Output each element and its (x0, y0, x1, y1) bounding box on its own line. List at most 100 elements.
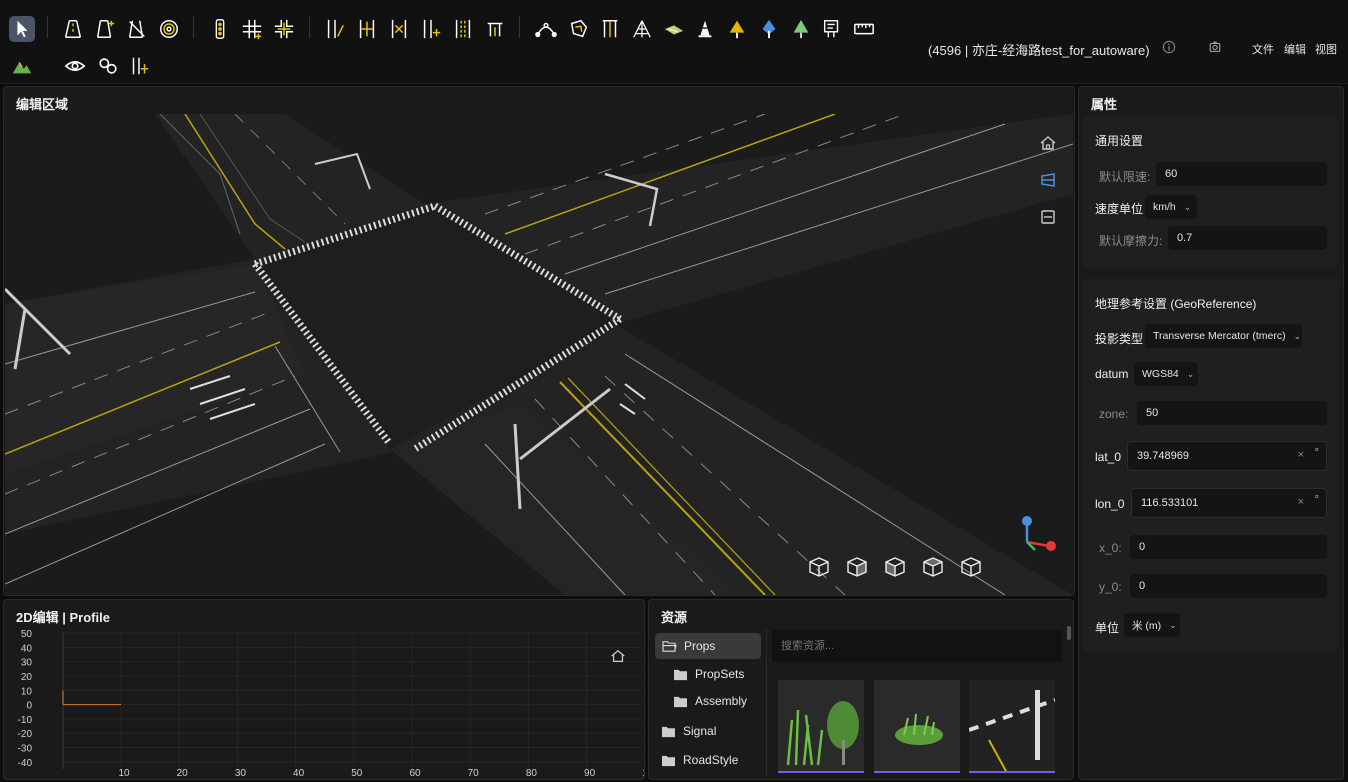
folder-open-icon (662, 640, 677, 652)
properties-panel-title: 属性 (1091, 97, 1118, 112)
y-tick-label: -20 (18, 729, 33, 740)
3d-viewport[interactable] (5, 114, 1073, 595)
grass-patch-icon (874, 680, 960, 771)
assets-panel-title: 资源 (661, 610, 688, 625)
view-cube-side-icon[interactable] (884, 556, 906, 578)
lane-merge-icon[interactable] (386, 16, 412, 42)
lon0-input[interactable]: 116.533101 × ° (1131, 488, 1327, 518)
clear-icon[interactable]: × (1298, 449, 1304, 461)
datum-select[interactable]: WGS84 ⌄ (1134, 362, 1198, 386)
select-cursor-icon[interactable] (9, 16, 35, 42)
board-icon[interactable] (819, 16, 845, 42)
georeference-title: 地理参考设置 (GeoReference) (1095, 297, 1257, 311)
bridge-icon[interactable] (629, 16, 655, 42)
sign-icon[interactable] (724, 16, 750, 42)
axis-gizmo-icon (1022, 516, 1056, 551)
clear-icon[interactable]: × (1298, 496, 1304, 508)
lane-edit-icon[interactable] (322, 16, 348, 42)
tree-item-props[interactable]: Props (655, 633, 761, 659)
terrain-icon[interactable] (9, 53, 35, 79)
link-icon[interactable] (95, 53, 121, 79)
cone-icon[interactable] (692, 16, 718, 42)
assets-scrollbar[interactable] (1067, 626, 1071, 640)
tree-item-assembly[interactable]: Assembly (673, 688, 765, 714)
lane-width-icon[interactable] (450, 16, 476, 42)
menu-view[interactable]: 视图 (1315, 41, 1337, 57)
pillar-icon[interactable] (597, 16, 623, 42)
folder-icon (674, 669, 687, 680)
lat0-label: lat_0 (1095, 450, 1122, 464)
projection-label: 投影类型 (1095, 332, 1144, 346)
folder-icon (662, 726, 675, 737)
view-cube-top-icon[interactable] (808, 556, 830, 578)
road-sign-icon (969, 680, 1055, 771)
projection-select[interactable]: Transverse Mercator (tmerc) ⌄ (1145, 324, 1302, 348)
lane-tool-icon[interactable] (126, 53, 152, 79)
junction-add-icon[interactable] (239, 16, 265, 42)
tree-item-signal[interactable]: Signal (661, 718, 761, 744)
chevron-down-icon: ⌄ (1183, 201, 1192, 212)
asset-thumb-road-sign[interactable] (969, 680, 1055, 773)
camera-icon[interactable] (1208, 40, 1222, 54)
lat0-input[interactable]: 39.748969 × ° (1127, 441, 1327, 471)
degree-unit: ° (1314, 494, 1319, 506)
tree-icon[interactable] (788, 16, 814, 42)
asset-thumb-grass-patch[interactable] (874, 680, 960, 773)
curve-icon[interactable] (533, 16, 559, 42)
x-tick-label: 40 (293, 768, 305, 779)
y-tick-label: 0 (26, 701, 32, 712)
y-tick-label: -30 (18, 744, 33, 755)
road-delete-icon[interactable] (124, 16, 150, 42)
ortho-view-icon[interactable] (1039, 208, 1057, 226)
default-friction-input[interactable]: 0.7 (1168, 226, 1327, 250)
datum-label: datum (1095, 367, 1129, 381)
perspective-view-icon[interactable] (1039, 171, 1057, 189)
view-cube-front-icon[interactable] (846, 556, 868, 578)
profile-chart[interactable]: 50 40 30 20 10 0 -10 -20 -30 -40 10 20 30 40 50 60 70 80… (4, 626, 644, 779)
view-cube-back-icon[interactable] (922, 556, 944, 578)
speed-bump-icon[interactable] (661, 16, 687, 42)
x-tick-label: 10 (118, 768, 130, 779)
y-tick-label: -40 (18, 758, 33, 769)
speed-unit-select[interactable]: km/h ⌄ (1145, 195, 1197, 219)
tree-item-propsets[interactable]: PropSets (673, 661, 765, 687)
lane-add-icon[interactable] (418, 16, 444, 42)
x-tick-label: 70 (468, 768, 480, 779)
menu-edit[interactable]: 编辑 (1284, 41, 1306, 57)
road-icon[interactable] (60, 16, 86, 42)
view-cube-iso-icon[interactable] (960, 556, 982, 578)
x-tick-label: 20 (177, 768, 189, 779)
assets-divider (766, 628, 767, 776)
info-icon[interactable] (1162, 40, 1176, 54)
y-tick-label: 40 (21, 643, 33, 654)
default-speed-input[interactable]: 60 (1156, 162, 1327, 186)
measure-icon[interactable] (851, 16, 877, 42)
unit-select[interactable]: 米 (m) ⌄ (1124, 613, 1180, 637)
y0-input[interactable]: 0 (1130, 574, 1327, 598)
lane-link-icon[interactable] (482, 16, 508, 42)
asset-search-input[interactable] (772, 630, 1062, 662)
target-icon[interactable] (156, 16, 182, 42)
asset-thumb-grass-tree[interactable] (778, 680, 864, 773)
zone-input[interactable]: 50 (1137, 401, 1327, 425)
traffic-light-icon[interactable] (207, 16, 233, 42)
profile-home-icon[interactable] (610, 648, 626, 664)
lane-split-icon[interactable] (354, 16, 380, 42)
unit-label: 单位 (1095, 621, 1120, 635)
road-add-icon[interactable] (92, 16, 118, 42)
general-settings-title: 通用设置 (1095, 134, 1144, 148)
tree-item-roadstyle[interactable]: RoadStyle (661, 747, 761, 773)
polygon-icon[interactable] (566, 16, 592, 42)
menu-file[interactable]: 文件 (1252, 41, 1274, 57)
y-tick-label: 30 (21, 658, 33, 669)
zone-label: zone: (1099, 407, 1129, 421)
junction-icon[interactable] (271, 16, 297, 42)
project-title: (4596 | 亦庄-经海路test_for_autoware) (928, 43, 1150, 58)
home-view-icon[interactable] (1039, 134, 1057, 152)
pole-icon[interactable] (756, 16, 782, 42)
x0-input[interactable]: 0 (1130, 535, 1327, 559)
x-tick-label: 60 (409, 768, 421, 779)
eye-icon[interactable] (62, 53, 88, 79)
folder-icon (662, 755, 675, 766)
y-tick-label: 10 (21, 686, 33, 697)
